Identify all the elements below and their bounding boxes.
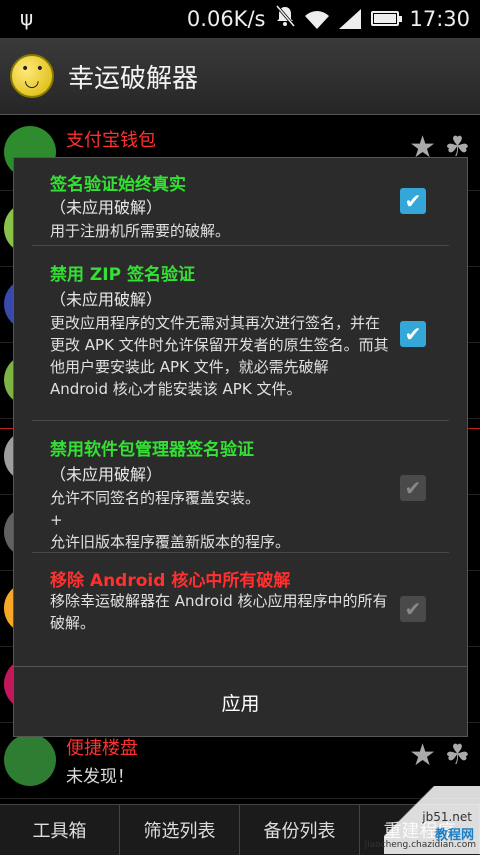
checkbox-unchecked[interactable]: ✔ <box>400 475 426 501</box>
battery-icon <box>371 11 403 26</box>
clover-icon: ☘ <box>444 738 470 771</box>
tab-toolbox[interactable]: 工具箱 <box>0 805 120 855</box>
option-desc-line2: + <box>50 511 63 529</box>
app-status: 未发现！ <box>66 767 134 787</box>
option-title: 禁用 ZIP 签名验证 <box>50 265 195 285</box>
option-title: 签名验证始终真实 <box>50 175 186 195</box>
checkbox-checked[interactable]: ✔ <box>400 188 426 214</box>
app-name: 便捷楼盘 <box>66 738 138 759</box>
option-title: 移除 Android 核心中所有破解 <box>50 571 291 591</box>
star-icon: ★ <box>409 738 436 773</box>
tab-backup-list[interactable]: 备份列表 <box>240 805 360 855</box>
notifications-off-icon <box>275 5 296 32</box>
option-remove-all-core-patches[interactable]: 移除 Android 核心中所有破解 移除幸运破解器在 Android 核心应用… <box>14 552 467 662</box>
wifi-icon <box>305 10 330 29</box>
clock: 17:30 <box>409 6 470 31</box>
tab-filter-list[interactable]: 筛选列表 <box>120 805 240 855</box>
option-desc-line3: 允许旧版本程序覆盖新版本的程序。 <box>50 533 291 551</box>
status-bar: ψ 0.06K/s 17:30 <box>0 0 480 38</box>
option-desc: 移除幸运破解器在 Android 核心应用程序中的所有破解。 <box>50 592 388 632</box>
option-desc-line1: 允许不同签名的程序覆盖安装。 <box>50 489 261 507</box>
network-speed: 0.06K/s <box>186 6 266 31</box>
smiley-logo-icon[interactable] <box>10 54 54 98</box>
option-disable-zip-signature[interactable]: 禁用 ZIP 签名验证 （未应用破解） 更改应用程序的文件无需对其再次进行签名，… <box>14 246 467 421</box>
option-disable-package-manager-signature[interactable]: 禁用软件包管理器签名验证 （未应用破解） 允许不同签名的程序覆盖安装。 + 允许… <box>14 421 467 553</box>
dialog-button-bar: 应用 <box>14 666 467 737</box>
app-title: 幸运破解器 <box>68 64 199 94</box>
option-desc: 更改应用程序的文件无需对其再次进行签名，并在更改 APK 文件时允许保留开发者的… <box>50 314 389 398</box>
signal-icon <box>339 8 362 29</box>
option-state: （未应用破解） <box>50 198 163 217</box>
patch-options-dialog: 签名验证始终真实 （未应用破解） 用于注册机所需要的破解。 ✔ 禁用 ZIP 签… <box>13 157 468 737</box>
option-title: 禁用软件包管理器签名验证 <box>50 440 254 460</box>
apply-button[interactable]: 应用 <box>14 667 467 737</box>
watermark-line1: jb51.net <box>422 810 472 824</box>
app-icon <box>4 734 56 786</box>
checkbox-checked[interactable]: ✔ <box>400 321 426 347</box>
checkbox-unchecked[interactable]: ✔ <box>400 596 426 622</box>
watermark-line3: jiaocheng.chazidian.com <box>364 840 476 850</box>
option-desc: 用于注册机所需要的破解。 <box>50 222 231 240</box>
watermark: jb51.net 教程网 jiaocheng.chazidian.com <box>365 786 480 854</box>
option-signature-always-true[interactable]: 签名验证始终真实 （未应用破解） 用于注册机所需要的破解。 ✔ <box>14 158 467 246</box>
app-bar: 幸运破解器 <box>0 38 480 115</box>
usb-icon: ψ <box>20 6 34 30</box>
option-state: （未应用破解） <box>50 290 163 309</box>
option-state: （未应用破解） <box>50 465 163 484</box>
app-name: 支付宝钱包 <box>66 130 156 151</box>
